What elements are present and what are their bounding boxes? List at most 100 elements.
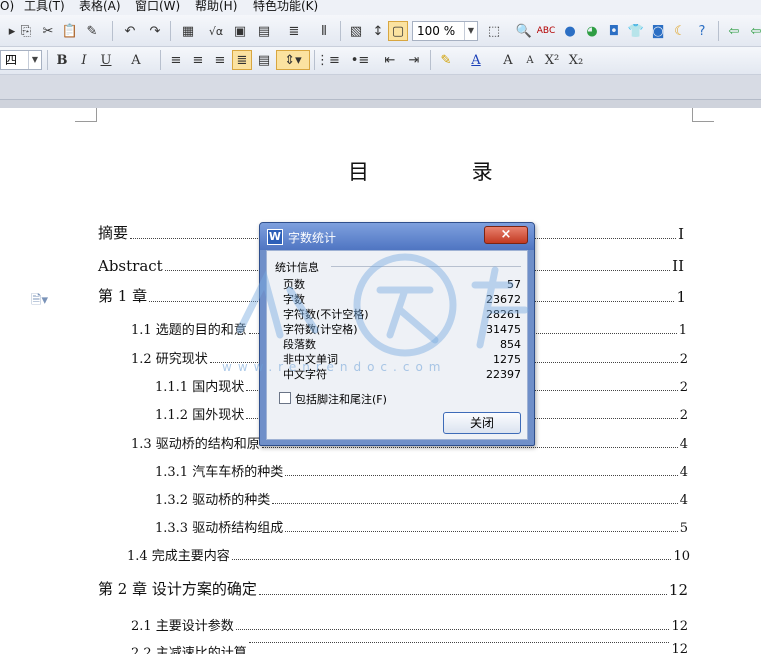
select-objects-icon[interactable]: ⬚ <box>484 21 504 41</box>
align-center-icon[interactable]: ≡ <box>188 50 208 70</box>
stat-value: 28261 <box>486 308 521 321</box>
font-size-select[interactable]: 四 ▼ <box>0 50 42 70</box>
grow-font-icon[interactable]: A <box>498 50 518 70</box>
skin-icon[interactable]: 👕 <box>626 21 646 41</box>
feedback-icon[interactable]: ◙ <box>648 21 668 41</box>
stat-row: 字符数(计空格) 31475 <box>283 322 521 337</box>
bold-icon[interactable]: B <box>52 50 72 70</box>
page-gutter <box>0 100 761 108</box>
underline-icon[interactable]: U <box>96 50 116 70</box>
numbering-icon[interactable]: ⋮≡ <box>316 50 340 70</box>
crop-mark <box>75 108 97 122</box>
stat-value: 854 <box>500 338 521 351</box>
include-footnotes-checkbox[interactable] <box>279 392 291 404</box>
increase-indent-icon[interactable]: ⇥ <box>404 50 424 70</box>
align-left-icon[interactable]: ≡ <box>166 50 186 70</box>
chart-icon[interactable]: ⫴ <box>314 21 334 41</box>
page-view-icon[interactable]: ▢ <box>388 21 408 41</box>
stat-row: 字数 23672 <box>283 292 521 307</box>
toolbar-separator <box>340 21 341 41</box>
paste-icon[interactable]: 📋 <box>60 21 80 41</box>
highlight-icon[interactable]: ✎ <box>436 50 456 70</box>
stat-value: 57 <box>507 278 521 291</box>
toc-entry[interactable]: 第 2 章 设计方案的确定 12 <box>98 579 688 599</box>
decrease-indent-icon[interactable]: ⇤ <box>380 50 400 70</box>
stat-label: 段落数 <box>283 338 316 351</box>
stat-label: 字数 <box>283 293 305 306</box>
calculator-icon[interactable]: ▦ <box>178 21 198 41</box>
format-painter-icon[interactable]: ✎ <box>82 21 102 41</box>
superscript-icon[interactable]: X² <box>542 50 562 70</box>
undo-icon[interactable]: ↶ <box>120 21 140 41</box>
font-color-icon[interactable]: A <box>466 50 486 70</box>
forward-arrow-icon[interactable]: ⇦ <box>746 21 761 41</box>
toc-entry[interactable]: 1.3.3 驱动桥结构组成 5 <box>155 516 688 536</box>
crop-mark <box>692 108 714 122</box>
toc-entry[interactable]: 1.4 完成主要内容 10 <box>127 544 690 564</box>
italic-icon[interactable]: I <box>74 50 94 70</box>
bullets-icon[interactable]: •≡ <box>350 50 370 70</box>
font-size-value: 四 <box>5 53 18 67</box>
distribute-icon[interactable]: ▤ <box>254 50 274 70</box>
toc-entry[interactable]: 1.3.2 驱动桥的种类 4 <box>155 488 688 508</box>
subscript-icon[interactable]: X₂ <box>566 50 586 70</box>
translate-icon[interactable]: ● <box>560 21 580 41</box>
table-insert-icon[interactable]: ▤ <box>254 21 274 41</box>
formula-icon[interactable]: √α <box>206 21 226 41</box>
word-count-dialog: W 字数统计 × 统计信息 页数 57 字数 23672 字符数(不计空格) 2… <box>259 222 535 446</box>
menu-item-special[interactable]: 特色功能(K) <box>253 0 318 13</box>
back-arrow-icon[interactable]: ⇦ <box>724 21 744 41</box>
watermark-text: www.renrendoc.com <box>222 360 447 374</box>
stat-value: 22397 <box>486 368 521 381</box>
justify-icon[interactable]: ≣ <box>232 50 252 70</box>
paragraph-handle-icon[interactable]: 🗎▾ <box>31 291 48 313</box>
copy-icon[interactable]: ⎘ <box>16 21 36 41</box>
toolbar-separator <box>170 21 171 41</box>
toolbar-separator <box>112 21 113 41</box>
document-map-icon[interactable]: ▧ <box>346 21 366 41</box>
toc-entry[interactable]: 2.2 主减速比的计算 12 <box>131 642 688 654</box>
menu-item-help[interactable]: 帮助(H) <box>195 0 237 13</box>
standard-toolbar: ▸ ⎘ ✂ 📋 ✎ ↶ ↷ ▦ √α ▣ ▤ ≣ ⫴ ▧ ↕ ▢ 100 % ▼… <box>0 15 761 47</box>
stat-value: 1275 <box>493 353 521 366</box>
moon-icon[interactable]: ☾ <box>670 21 690 41</box>
stat-label: 字符数(不计空格) <box>283 308 369 321</box>
image-icon[interactable]: ▣ <box>230 21 250 41</box>
toolbar-separator <box>47 50 48 70</box>
zoom-value: 100 % <box>417 24 456 38</box>
share-icon[interactable]: ◕ <box>582 21 602 41</box>
stat-row: 页数 57 <box>283 277 521 292</box>
redo-icon[interactable]: ↷ <box>145 21 165 41</box>
toc-entry[interactable]: 1.3.1 汽车车桥的种类 4 <box>155 460 688 480</box>
shrink-font-icon[interactable]: A <box>520 50 540 70</box>
dialog-titlebar[interactable]: W 字数统计 × <box>260 223 534 250</box>
toolbar-separator <box>314 50 315 70</box>
find-icon[interactable]: 🔍 <box>514 21 534 41</box>
text-effect-icon[interactable]: A <box>126 50 146 70</box>
menu-item-format[interactable]: O) <box>0 0 14 13</box>
align-right-icon[interactable]: ≡ <box>210 50 230 70</box>
toolbar-separator <box>430 50 431 70</box>
backup-icon[interactable]: ◘ <box>604 21 624 41</box>
menu-bar: O) 工具(T) 表格(A) 窗口(W) 帮助(H) 特色功能(K) <box>0 0 761 15</box>
menu-item-table[interactable]: 表格(A) <box>79 0 121 13</box>
zoom-select[interactable]: 100 % ▼ <box>412 21 478 41</box>
line-spacing-icon[interactable]: ⇕▾ <box>276 50 310 70</box>
stat-row: 字符数(不计空格) 28261 <box>283 307 521 322</box>
menu-item-tools[interactable]: 工具(T) <box>24 0 65 13</box>
include-footnotes-label[interactable]: 包括脚注和尾注(F) <box>295 391 387 407</box>
stat-label: 页数 <box>283 278 305 291</box>
close-button[interactable]: 关闭 <box>443 412 521 434</box>
spellcheck-icon[interactable]: ABC <box>536 21 556 41</box>
help-icon[interactable]: ? <box>692 21 712 41</box>
stat-value: 31475 <box>486 323 521 336</box>
chevron-down-icon[interactable]: ▼ <box>28 51 41 69</box>
close-icon[interactable]: × <box>484 226 528 244</box>
toolbar-separator <box>718 21 719 41</box>
menu-item-window[interactable]: 窗口(W) <box>135 0 180 13</box>
toc-entry[interactable]: 2.1 主要设计参数 12 <box>131 614 688 634</box>
paragraph-marks-icon[interactable]: ↕ <box>368 21 388 41</box>
cut-icon[interactable]: ✂ <box>38 21 58 41</box>
chevron-down-icon[interactable]: ▼ <box>464 22 477 40</box>
columns-icon[interactable]: ≣ <box>284 21 304 41</box>
